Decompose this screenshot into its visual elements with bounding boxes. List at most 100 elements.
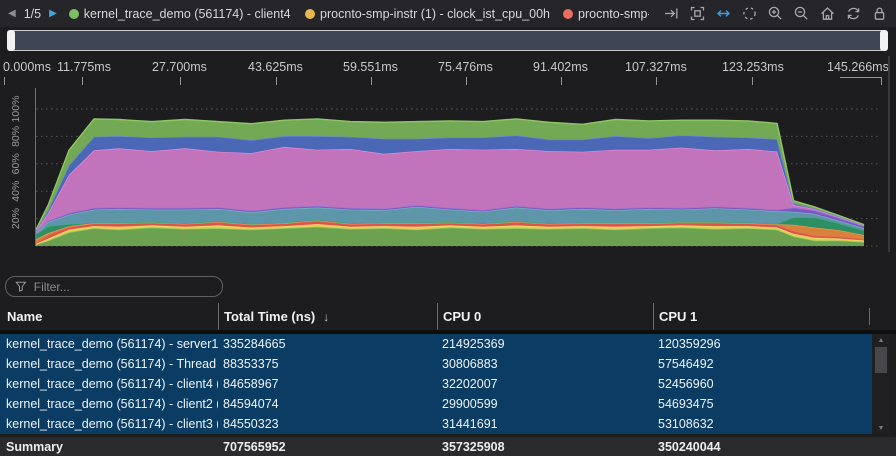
scrollbar-thumb[interactable] <box>875 347 887 373</box>
filter-funnel-icon <box>15 280 27 293</box>
toolbar-icon-group <box>663 5 888 22</box>
column-header-total-time-ns-[interactable]: Total Time (ns) ↓ <box>218 303 437 330</box>
time-axis-label: 145.266ms <box>827 60 889 74</box>
cell-cpu1: 57546492 <box>653 357 872 371</box>
cell-cpu0: 32202007 <box>437 377 653 391</box>
prev-page-arrow-icon[interactable]: ◀ <box>8 9 16 19</box>
table-row[interactable]: kernel_trace_demo (561174) - server1 ...… <box>0 334 872 354</box>
chart-right-border <box>888 56 890 252</box>
time-axis-label: 123.253ms <box>722 60 784 74</box>
column-header-name[interactable]: Name <box>0 303 218 330</box>
time-axis-label: 43.625ms <box>248 60 303 74</box>
legend-item-1[interactable]: procnto-smp-instr (1) - clock_ist_cpu_00… <box>305 7 553 21</box>
time-axis-label: 0.000ms <box>3 60 51 74</box>
time-axis-tick <box>371 77 372 85</box>
svg-text:100%: 100% <box>10 96 22 123</box>
fit-to-selection-icon[interactable] <box>689 5 706 22</box>
time-axis-tick <box>881 77 882 85</box>
column-header-label: Name <box>7 309 42 324</box>
cell-total-time: 84658967 <box>218 377 437 391</box>
scroll-down-icon[interactable]: ▼ <box>872 422 890 434</box>
table-scrollbar[interactable]: ▲ ▼ <box>872 334 890 434</box>
next-page-arrow-icon[interactable]: ▶ <box>49 9 57 19</box>
cell-cpu1: 54693475 <box>653 397 872 411</box>
summary-cpu0: 357325908 <box>437 440 653 454</box>
time-axis-label: 75.476ms <box>438 60 493 74</box>
lock-icon[interactable] <box>871 5 888 22</box>
time-range-selector[interactable] <box>7 30 888 51</box>
cell-cpu1: 53108632 <box>653 417 872 431</box>
time-axis: 0.000ms11.775ms27.700ms43.625ms59.551ms7… <box>0 56 896 85</box>
reset-icon[interactable] <box>845 5 862 22</box>
time-axis-endline <box>840 77 882 78</box>
cell-cpu0: 30806883 <box>437 357 653 371</box>
sort-descending-icon: ↓ <box>323 310 329 324</box>
svg-text:40%: 40% <box>10 181 22 202</box>
legend-item-0[interactable]: kernel_trace_demo (561174) - client4 (5) <box>69 7 295 21</box>
table-row[interactable]: kernel_trace_demo (561174) - Thread ...8… <box>0 354 872 374</box>
legend-label: kernel_trace_demo (561174) - client4 (5) <box>84 7 295 21</box>
time-axis-tick <box>466 77 467 85</box>
summary-row: Summary 707565952 357325908 350240044 <box>0 437 896 456</box>
column-header-label: CPU 1 <box>659 309 697 324</box>
jump-to-end-icon[interactable] <box>663 5 680 22</box>
svg-text:60%: 60% <box>10 153 22 174</box>
legend-dot-icon <box>69 9 79 19</box>
cell-cpu0: 31441691 <box>437 417 653 431</box>
time-axis-label: 27.700ms <box>152 60 207 74</box>
time-axis-tick <box>4 77 5 85</box>
legend-label: procnto-smp-i <box>578 7 649 21</box>
zoom-in-icon[interactable] <box>767 5 784 22</box>
page-indicator: 1/5 <box>24 7 41 21</box>
range-handle-right[interactable] <box>880 30 888 51</box>
summary-total: 707565952 <box>218 440 437 454</box>
cell-name: kernel_trace_demo (561174) - client2 (3) <box>0 397 218 411</box>
time-axis-label: 11.775ms <box>57 60 111 74</box>
cell-cpu1: 120359296 <box>653 337 872 351</box>
cell-total-time: 88353375 <box>218 357 437 371</box>
column-header-cpu-1[interactable]: CPU 1 <box>653 303 896 330</box>
time-axis-tick <box>276 77 277 85</box>
range-handle-left[interactable] <box>7 30 15 51</box>
legend-dot-icon <box>563 9 573 19</box>
time-axis-tick <box>752 77 753 85</box>
svg-text:80%: 80% <box>10 126 22 147</box>
column-header-label: Total Time (ns) <box>224 309 315 324</box>
legend-item-2[interactable]: procnto-smp-i <box>563 7 649 21</box>
summary-name: Summary <box>0 440 218 454</box>
column-header-cpu-0[interactable]: CPU 0 <box>437 303 653 330</box>
cell-name: kernel_trace_demo (561174) - client3 (4) <box>0 417 218 431</box>
toolbar: ◀ 1/5 ▶ kernel_trace_demo (561174) - cli… <box>0 0 896 27</box>
summary-cpu1: 350240044 <box>653 440 896 454</box>
legend: kernel_trace_demo (561174) - client4 (5)… <box>69 7 649 21</box>
time-axis-tick <box>82 77 83 85</box>
table-body: kernel_trace_demo (561174) - server1 ...… <box>0 334 872 434</box>
cell-total-time: 335284665 <box>218 337 437 351</box>
time-axis-label: 91.402ms <box>533 60 588 74</box>
svg-text:20%: 20% <box>10 208 22 229</box>
scroll-up-icon[interactable]: ▲ <box>872 334 890 346</box>
select-region-icon[interactable] <box>741 5 758 22</box>
pan-horizontal-icon[interactable] <box>715 5 732 22</box>
zoom-out-icon[interactable] <box>793 5 810 22</box>
cell-total-time: 84550323 <box>218 417 437 431</box>
time-axis-tick <box>180 77 181 85</box>
cell-cpu0: 29900599 <box>437 397 653 411</box>
table-row[interactable]: kernel_trace_demo (561174) - client4 (5)… <box>0 374 872 394</box>
trace-analysis-window: ◀ 1/5 ▶ kernel_trace_demo (561174) - cli… <box>0 0 896 456</box>
legend-dot-icon <box>305 9 315 19</box>
time-axis-tick <box>656 77 657 85</box>
cell-cpu0: 214925369 <box>437 337 653 351</box>
table-row[interactable]: kernel_trace_demo (561174) - client2 (3)… <box>0 394 872 414</box>
cell-name: kernel_trace_demo (561174) - server1 ... <box>0 337 218 351</box>
cell-name: kernel_trace_demo (561174) - client4 (5) <box>0 377 218 391</box>
filter-box <box>5 276 223 297</box>
table-header: Name Total Time (ns) ↓ CPU 0 CPU 1 <box>0 303 896 330</box>
cell-cpu1: 52456960 <box>653 377 872 391</box>
filter-input[interactable] <box>34 280 213 294</box>
cell-name: kernel_trace_demo (561174) - Thread ... <box>0 357 218 371</box>
cpu-usage-chart[interactable]: 20% 40% 60% 80% 100% <box>0 85 896 255</box>
table-row[interactable]: kernel_trace_demo (561174) - client3 (4)… <box>0 414 872 434</box>
legend-label: procnto-smp-instr (1) - clock_ist_cpu_00… <box>320 7 553 21</box>
home-icon[interactable] <box>819 5 836 22</box>
